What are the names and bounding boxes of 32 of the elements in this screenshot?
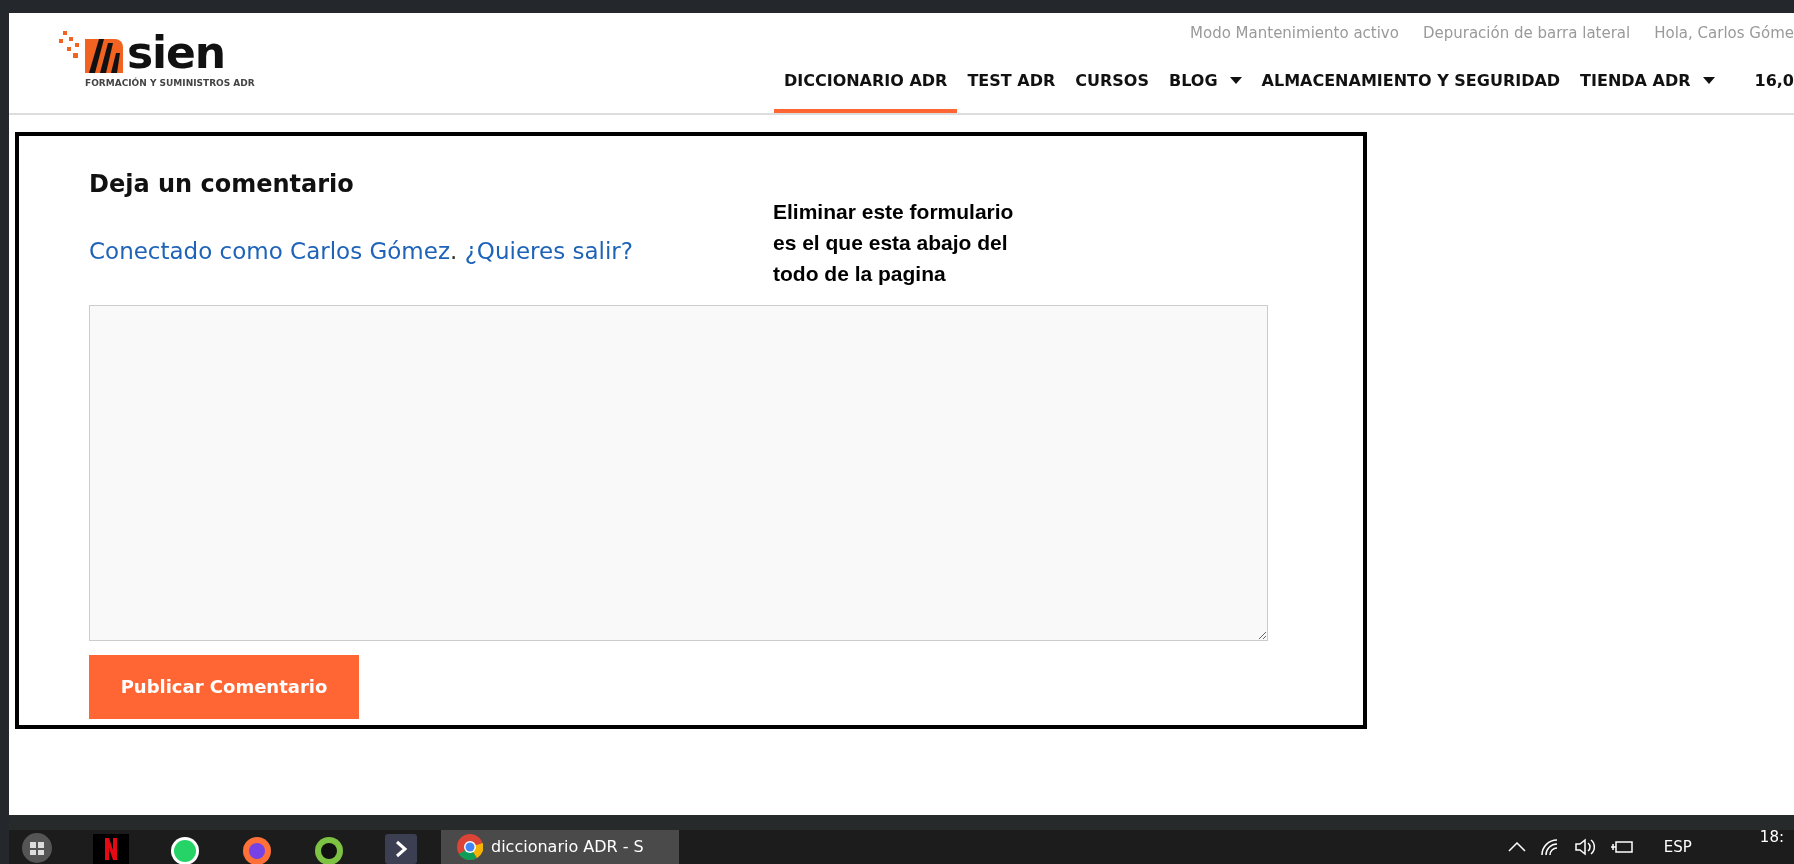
nav-link[interactable]: TEST ADR bbox=[957, 53, 1066, 113]
site-logo[interactable]: sien FORMACIÓN Y SUMINISTROS ADR bbox=[59, 31, 255, 91]
chevron-up-icon[interactable] bbox=[1507, 842, 1526, 852]
browser-app-icon[interactable] bbox=[241, 834, 273, 864]
netflix-app-icon[interactable] bbox=[93, 834, 129, 864]
taskbar-clock[interactable]: 18: bbox=[1759, 826, 1784, 849]
battery-icon[interactable] bbox=[1609, 839, 1634, 855]
logo-tagline: FORMACIÓN Y SUMINISTROS ADR bbox=[85, 77, 255, 90]
cart-total[interactable]: 16,0 bbox=[1724, 53, 1794, 113]
language-indicator[interactable]: ESP bbox=[1663, 835, 1692, 859]
logo-mark-icon bbox=[59, 31, 123, 73]
start-icon[interactable] bbox=[21, 832, 53, 864]
speaker-icon[interactable] bbox=[1573, 838, 1596, 856]
wifi-icon[interactable] bbox=[1539, 838, 1560, 856]
nav-link[interactable]: BLOG bbox=[1159, 53, 1252, 113]
annotation-text: todo de la pagina bbox=[773, 261, 947, 287]
logout-link[interactable]: ¿Quieres salir? bbox=[464, 238, 633, 264]
nav-link[interactable]: CURSOS bbox=[1065, 53, 1159, 113]
nav-link[interactable]: TIENDA ADR bbox=[1570, 53, 1725, 113]
comment-input-field[interactable] bbox=[89, 304, 1268, 641]
nav-link[interactable]: ALMACENAMIENTO Y SEGURIDAD bbox=[1251, 53, 1571, 113]
annotation-text: Eliminar este formulario bbox=[773, 199, 1014, 225]
comment-form-title: Deja un comentario bbox=[89, 169, 355, 200]
annotation-text: es el que esta abajo del bbox=[773, 230, 1009, 256]
chat-app-icon[interactable] bbox=[169, 834, 201, 864]
separator-text: . bbox=[450, 238, 458, 264]
window-title: diccionario ADR - S bbox=[491, 836, 644, 858]
active-window-tab[interactable]: diccionario ADR - S bbox=[441, 830, 679, 864]
account-link[interactable]: Conectado como Carlos Gómez bbox=[89, 238, 450, 264]
terminal-app-icon[interactable] bbox=[385, 834, 417, 864]
logo-wordmark: sien bbox=[127, 33, 226, 73]
chrome-icon bbox=[457, 834, 483, 860]
